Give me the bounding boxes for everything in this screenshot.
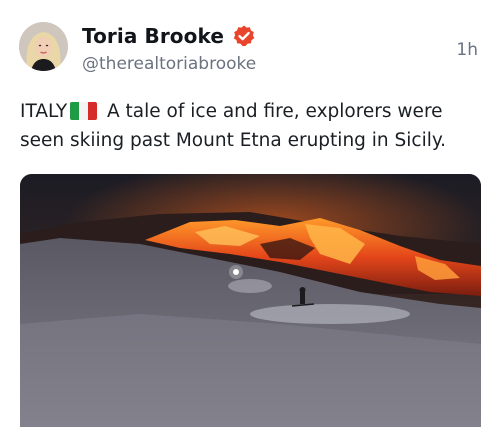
- italy-flag-icon: [70, 102, 98, 120]
- author-display-name[interactable]: Toria Brooke: [82, 24, 224, 48]
- post-text: ITALY A tale of ice and fire, explorers …: [20, 97, 490, 155]
- author-avatar[interactable]: [19, 22, 68, 71]
- post-text-prefix: ITALY: [20, 101, 68, 122]
- author-name-row[interactable]: Toria Brooke: [82, 24, 256, 48]
- post-media-image[interactable]: [20, 174, 481, 427]
- post-card[interactable]: Toria Brooke @therealtoriabrooke 1h ITAL…: [0, 0, 500, 427]
- verified-badge-icon: [233, 25, 255, 47]
- author-handle[interactable]: @therealtoriabrooke: [82, 54, 256, 74]
- post-timestamp[interactable]: 1h: [456, 40, 478, 60]
